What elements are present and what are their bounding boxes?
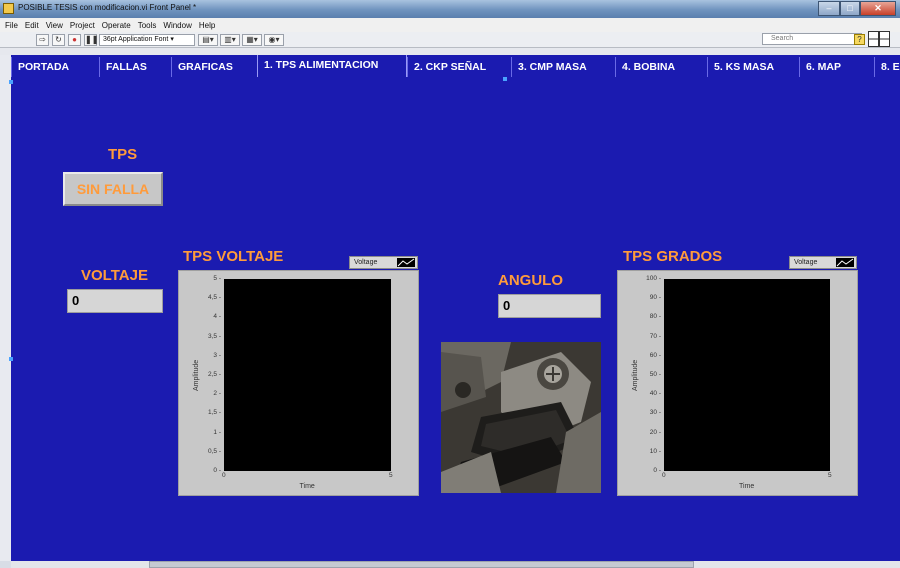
close-button[interactable]: ✕ xyxy=(860,1,896,16)
y-tick-label: 0,5 - xyxy=(207,447,221,455)
title-bar: POSIBLE TESIS con modificacion.vi Front … xyxy=(0,0,900,18)
maximize-button[interactable]: □ xyxy=(840,1,860,16)
y-tick-label: 90 - xyxy=(649,294,661,302)
search-input[interactable]: Search xyxy=(762,33,862,45)
throttle-sensor-image xyxy=(441,342,601,493)
y-tick-label: 70 - xyxy=(649,332,661,340)
menu-window[interactable]: Window xyxy=(163,21,191,30)
y-tick-label: 50 - xyxy=(649,371,661,378)
labview-icon xyxy=(3,3,14,14)
scrollbar-thumb[interactable] xyxy=(149,561,694,568)
x-axis-label: Time xyxy=(299,483,315,490)
y-tick-label: 5 - xyxy=(213,275,221,282)
x-tick-label: 0 xyxy=(222,472,226,479)
y-tick-label: 0 - xyxy=(213,467,221,474)
y-tick-label: 3 - xyxy=(213,351,221,359)
panel-left-edge xyxy=(0,55,11,561)
font-selector[interactable]: 36pt Application Font ▾ xyxy=(99,34,195,46)
window-title: POSIBLE TESIS con modificacion.vi Front … xyxy=(18,3,197,12)
voltaje-plot-legend[interactable]: Voltage xyxy=(349,256,418,269)
y-tick-label: 2 - xyxy=(213,390,221,398)
pause-icon[interactable]: ❚❚ xyxy=(84,34,98,46)
selection-handle xyxy=(9,80,13,84)
connector-pane-icon xyxy=(868,31,890,47)
y-tick-label: 80 - xyxy=(649,313,661,321)
y-tick-label: 20 - xyxy=(649,428,661,436)
x-tick-label: 5 xyxy=(389,472,393,479)
voltaje-label: VOLTAJE xyxy=(81,267,148,284)
reorder-icon[interactable]: ◉▾ xyxy=(264,34,284,46)
voltaje-graph-title: TPS VOLTAJE xyxy=(183,248,284,265)
x-axis-label: Time xyxy=(739,483,755,490)
selection-handle xyxy=(9,357,13,361)
tps-label: TPS xyxy=(108,146,138,163)
legend-label: Voltage xyxy=(354,259,378,266)
grados-graph-title: TPS GRADOS xyxy=(623,248,723,265)
x-tick-label: 0 xyxy=(662,472,666,479)
angulo-label: ANGULO xyxy=(498,272,563,289)
y-tick-label: 100 - xyxy=(646,275,661,282)
voltaje-waveform-chart[interactable]: 5 - 4,5 - 4 - 3,5 - 3 - 2,5 - 2 - 1,5 - 1 - 0,5 -… xyxy=(178,270,419,496)
tab-cmp-masa[interactable]: 3. CMP MASA xyxy=(511,57,615,77)
tab-control: PORTADA FALLAS GRAFICAS 1. TPS ALIMENTAC… xyxy=(11,55,900,77)
tab-ks-masa[interactable]: 5. KS MASA xyxy=(707,57,799,77)
menu-tools[interactable]: Tools xyxy=(138,21,157,30)
tab-tps-alimentacion[interactable]: 1. TPS ALIMENTACION xyxy=(257,55,407,77)
y-tick-label: 60 - xyxy=(649,351,661,359)
align-objects-icon[interactable]: ▤▾ xyxy=(198,34,218,46)
y-axis-label: Amplitude xyxy=(632,359,639,391)
y-tick-label: 2,5 - xyxy=(207,371,221,378)
grados-plot-legend[interactable]: Voltage xyxy=(789,256,857,269)
y-tick-label: 4,5 - xyxy=(207,294,221,302)
angulo-indicator: 0 xyxy=(498,294,601,318)
window-controls: – □ ✕ xyxy=(818,1,896,16)
menu-operate[interactable]: Operate xyxy=(102,21,131,30)
y-tick-label: 3,5 - xyxy=(207,332,221,340)
legend-line-icon xyxy=(836,258,854,267)
legend-label: Voltage xyxy=(794,259,818,266)
minimize-button[interactable]: – xyxy=(818,1,840,16)
menu-project[interactable]: Project xyxy=(70,21,95,30)
panel-top-ruler xyxy=(0,48,900,55)
run-arrow-icon[interactable]: ⇨ xyxy=(36,34,49,46)
tab-portada[interactable]: PORTADA xyxy=(11,57,99,77)
y-tick-label: 0 - xyxy=(653,467,661,474)
y-tick-label: 10 - xyxy=(649,447,661,455)
grados-waveform-chart[interactable]: 100 -90 -80 -70 -60 -50 -40 -30 -20 -10 … xyxy=(617,270,858,496)
menu-view[interactable]: View xyxy=(46,21,63,30)
run-continuously-icon[interactable]: ↻ xyxy=(52,34,65,46)
selection-handle xyxy=(503,77,507,81)
menu-file[interactable]: File xyxy=(5,21,18,30)
tab-fallas[interactable]: FALLAS xyxy=(99,57,171,77)
tab-e[interactable]: 8. E xyxy=(874,57,900,77)
grados-plot-area xyxy=(664,279,830,471)
y-tick-label: 1,5 - xyxy=(207,409,221,417)
abort-icon[interactable]: ● xyxy=(68,34,81,46)
legend-line-icon xyxy=(397,258,415,267)
y-tick-label: 40 - xyxy=(649,390,661,398)
voltaje-indicator: 0 xyxy=(67,289,163,313)
y-tick-label: 30 - xyxy=(649,409,661,417)
menu-help[interactable]: Help xyxy=(199,21,215,30)
tab-graficas[interactable]: GRAFICAS xyxy=(171,57,257,77)
y-tick-label: 1 - xyxy=(213,428,221,436)
help-icon[interactable]: ? xyxy=(854,34,865,45)
tab-ckp-senal[interactable]: 2. CKP SEÑAL xyxy=(407,57,511,77)
y-axis-label: Amplitude xyxy=(193,359,200,391)
y-tick-label: 4 - xyxy=(213,313,221,321)
distribute-objects-icon[interactable]: ▥▾ xyxy=(220,34,240,46)
tab-map[interactable]: 6. MAP xyxy=(799,57,874,77)
resize-objects-icon[interactable]: ▦▾ xyxy=(242,34,262,46)
tps-status-button[interactable]: SIN FALLA xyxy=(63,172,163,206)
menu-bar: File Edit View Project Operate Tools Win… xyxy=(0,18,900,32)
menu-edit[interactable]: Edit xyxy=(25,21,39,30)
voltaje-plot-area xyxy=(224,279,391,471)
tab-bobina[interactable]: 4. BOBINA xyxy=(615,57,707,77)
x-tick-label: 5 xyxy=(828,472,832,479)
horizontal-scrollbar[interactable] xyxy=(11,561,900,568)
